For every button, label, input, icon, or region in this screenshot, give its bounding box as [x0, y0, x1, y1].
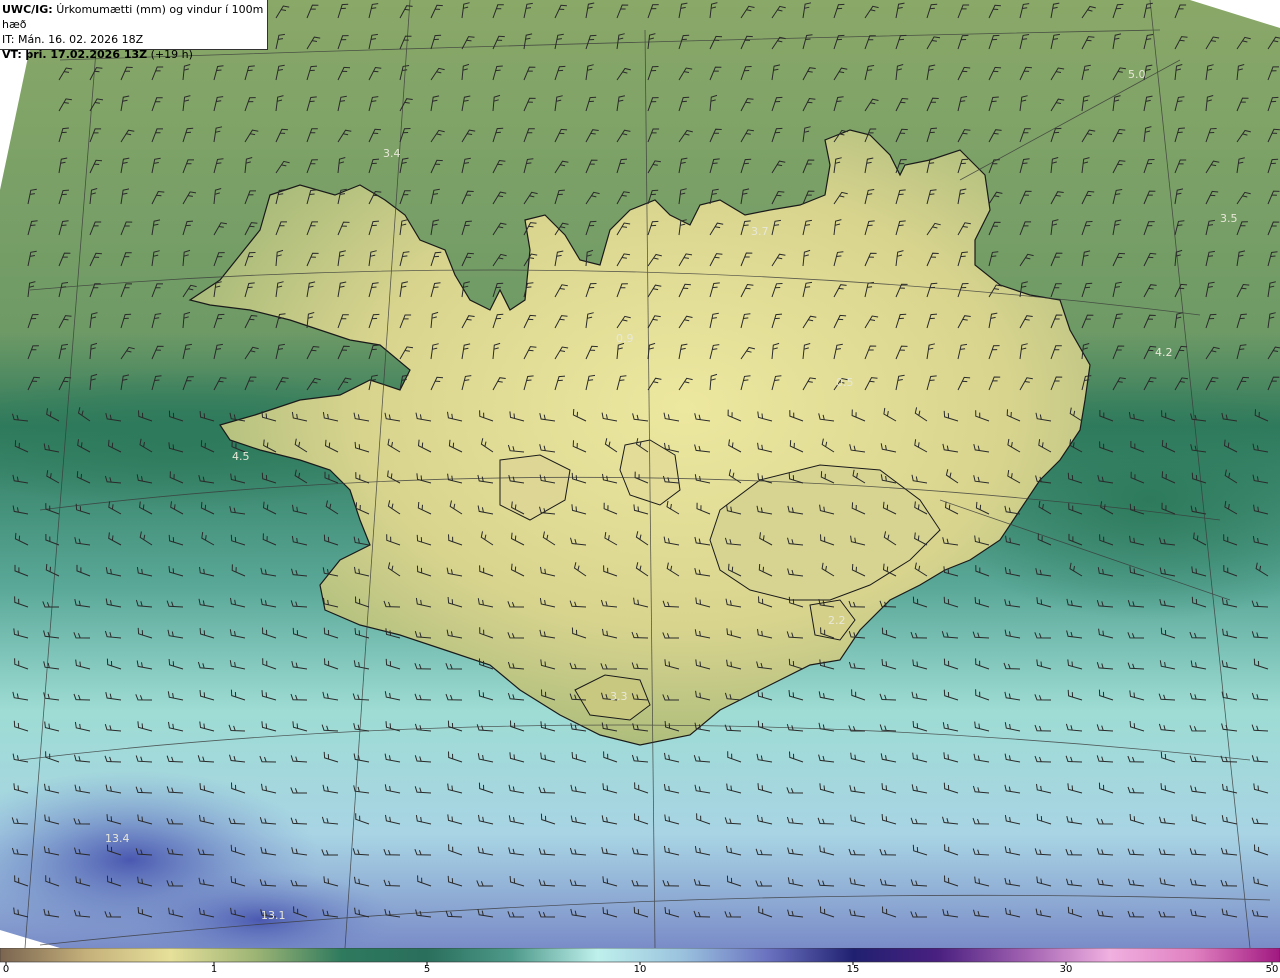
- colorbar-tick-0: 0: [2, 964, 10, 975]
- colorbar-tick-1: 1: [210, 964, 218, 975]
- value-label-5-0: 5.0: [1128, 68, 1146, 81]
- it-value: Mán. 16. 02. 2026 18Z: [17, 33, 144, 46]
- vt-value: þri. 17.02.2026 13Z: [25, 48, 148, 61]
- value-label-4-5: 4.5: [232, 450, 250, 463]
- value-label-3-3: 3.3: [610, 690, 628, 703]
- value-label-0-9: 0.9: [616, 332, 634, 345]
- vt-label: VT:: [2, 48, 22, 61]
- vt-offset: (+19 h): [150, 48, 193, 61]
- value-label-13-1: 13.1: [261, 909, 286, 922]
- value-label-4-2: 4.2: [1155, 346, 1173, 359]
- header-title-line: UWC/IG: Úrkomumætti (mm) og vindur í 100…: [2, 2, 267, 32]
- header-vt-line: VT: þri. 17.02.2026 13Z (+19 h): [2, 47, 267, 62]
- colorbar: 0 1 5 10 15 30 50: [0, 948, 1280, 978]
- colorbar-gradient: [0, 948, 1280, 963]
- value-label-2-2: 2.2: [828, 614, 846, 627]
- product-code: UWC/IG:: [2, 3, 53, 16]
- it-label: IT:: [2, 33, 15, 46]
- colorbar-tick-3: 10: [633, 964, 647, 975]
- colorbar-tick-4: 15: [846, 964, 860, 975]
- colorbar-tick-6: 50: [1265, 964, 1279, 975]
- header-it-line: IT: Mán. 16. 02. 2026 18Z: [2, 32, 267, 47]
- value-label-3-5: 3.5: [1220, 212, 1238, 225]
- value-label-13-4: 13.4: [105, 832, 130, 845]
- forecast-map: 3.4 5.0 3.5 3.7 4.2 0.9 4.5 0.5 2.2 3.3 …: [0, 0, 1280, 948]
- value-label-3-4: 3.4: [383, 147, 401, 160]
- header-panel: UWC/IG: Úrkomumætti (mm) og vindur í 100…: [0, 0, 268, 61]
- colorbar-tick-2: 5: [423, 964, 431, 975]
- value-label-0-5: 0.5: [836, 376, 854, 389]
- map-canvas: 3.4 5.0 3.5 3.7 4.2 0.9 4.5 0.5 2.2 3.3 …: [0, 0, 1280, 948]
- value-label-3-7: 3.7: [751, 225, 769, 238]
- colorbar-tick-5: 30: [1059, 964, 1073, 975]
